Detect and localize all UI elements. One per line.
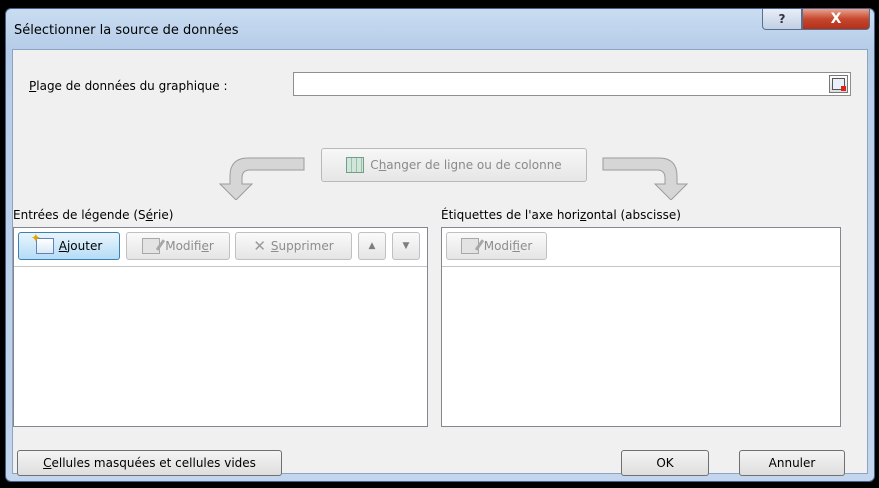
- close-button[interactable]: X: [802, 9, 870, 30]
- switch-row-column-label: Changer de ligne ou de colonne: [370, 158, 562, 172]
- delete-series-button[interactable]: ✕ Supprimer: [235, 232, 352, 260]
- ok-button[interactable]: OK: [621, 450, 709, 476]
- move-up-button[interactable]: ▲: [358, 232, 386, 260]
- legend-entries-panel: Ajouter Modifier ✕ Supprimer ▲ ▼: [13, 227, 428, 427]
- axis-labels-list[interactable]: [442, 267, 840, 426]
- hidden-empty-cells-button[interactable]: Cellules masquées et cellules vides: [17, 450, 282, 476]
- axis-toolbar: Modifier: [442, 228, 840, 267]
- arrow-down-icon: ▼: [402, 241, 410, 251]
- edit-series-button[interactable]: Modifier: [126, 232, 230, 260]
- add-icon: [31, 231, 54, 254]
- chart-data-range-input[interactable]: [293, 72, 851, 96]
- curved-arrow-right-icon: [602, 157, 689, 200]
- dialog-window: Sélectionner la source de données ? X Pl…: [5, 8, 875, 482]
- help-icon: ?: [778, 12, 786, 26]
- edit-icon: [460, 238, 479, 254]
- horizontal-axis-labels-label: Étiquettes de l'axe horizontal (abscisse…: [441, 208, 681, 222]
- dialog-body: Plage de données du graphique : Changer …: [12, 49, 868, 476]
- curved-arrow-left-icon: [218, 157, 305, 200]
- move-down-button[interactable]: ▼: [392, 232, 420, 260]
- edit-series-label: Modifier: [165, 239, 214, 253]
- hidden-empty-cells-label: Cellules masquées et cellules vides: [43, 456, 256, 470]
- chart-data-range-label: Plage de données du graphique :: [29, 79, 228, 93]
- edit-axis-labels-label: Modifier: [483, 239, 533, 253]
- edit-axis-labels-button[interactable]: Modifier: [446, 232, 547, 260]
- delete-series-label: Supprimer: [270, 239, 334, 253]
- horizontal-axis-labels-panel: Modifier: [441, 227, 841, 427]
- switch-row-column-icon: [346, 157, 365, 173]
- legend-entries-list[interactable]: [14, 267, 427, 426]
- arrow-up-icon: ▲: [368, 241, 376, 251]
- range-picker-button[interactable]: [829, 75, 848, 93]
- cancel-label: Annuler: [768, 456, 816, 470]
- delete-icon: ✕: [253, 237, 266, 255]
- dialog-title: Sélectionner la source de données: [14, 23, 239, 38]
- close-icon: X: [830, 11, 842, 27]
- range-picker-icon: [832, 78, 846, 91]
- edit-icon: [142, 238, 161, 254]
- add-series-label: Ajouter: [58, 239, 103, 253]
- legend-entries-label: Entrées de légende (Série): [13, 208, 174, 222]
- cancel-button[interactable]: Annuler: [739, 450, 845, 476]
- switch-row-column-button[interactable]: Changer de ligne ou de colonne: [321, 148, 587, 182]
- add-series-button[interactable]: Ajouter: [18, 231, 120, 260]
- title-bar[interactable]: Sélectionner la source de données ? X: [6, 9, 874, 49]
- ok-label: OK: [656, 456, 674, 470]
- legend-toolbar: Ajouter Modifier ✕ Supprimer ▲ ▼: [14, 228, 427, 267]
- help-button[interactable]: ?: [762, 9, 802, 30]
